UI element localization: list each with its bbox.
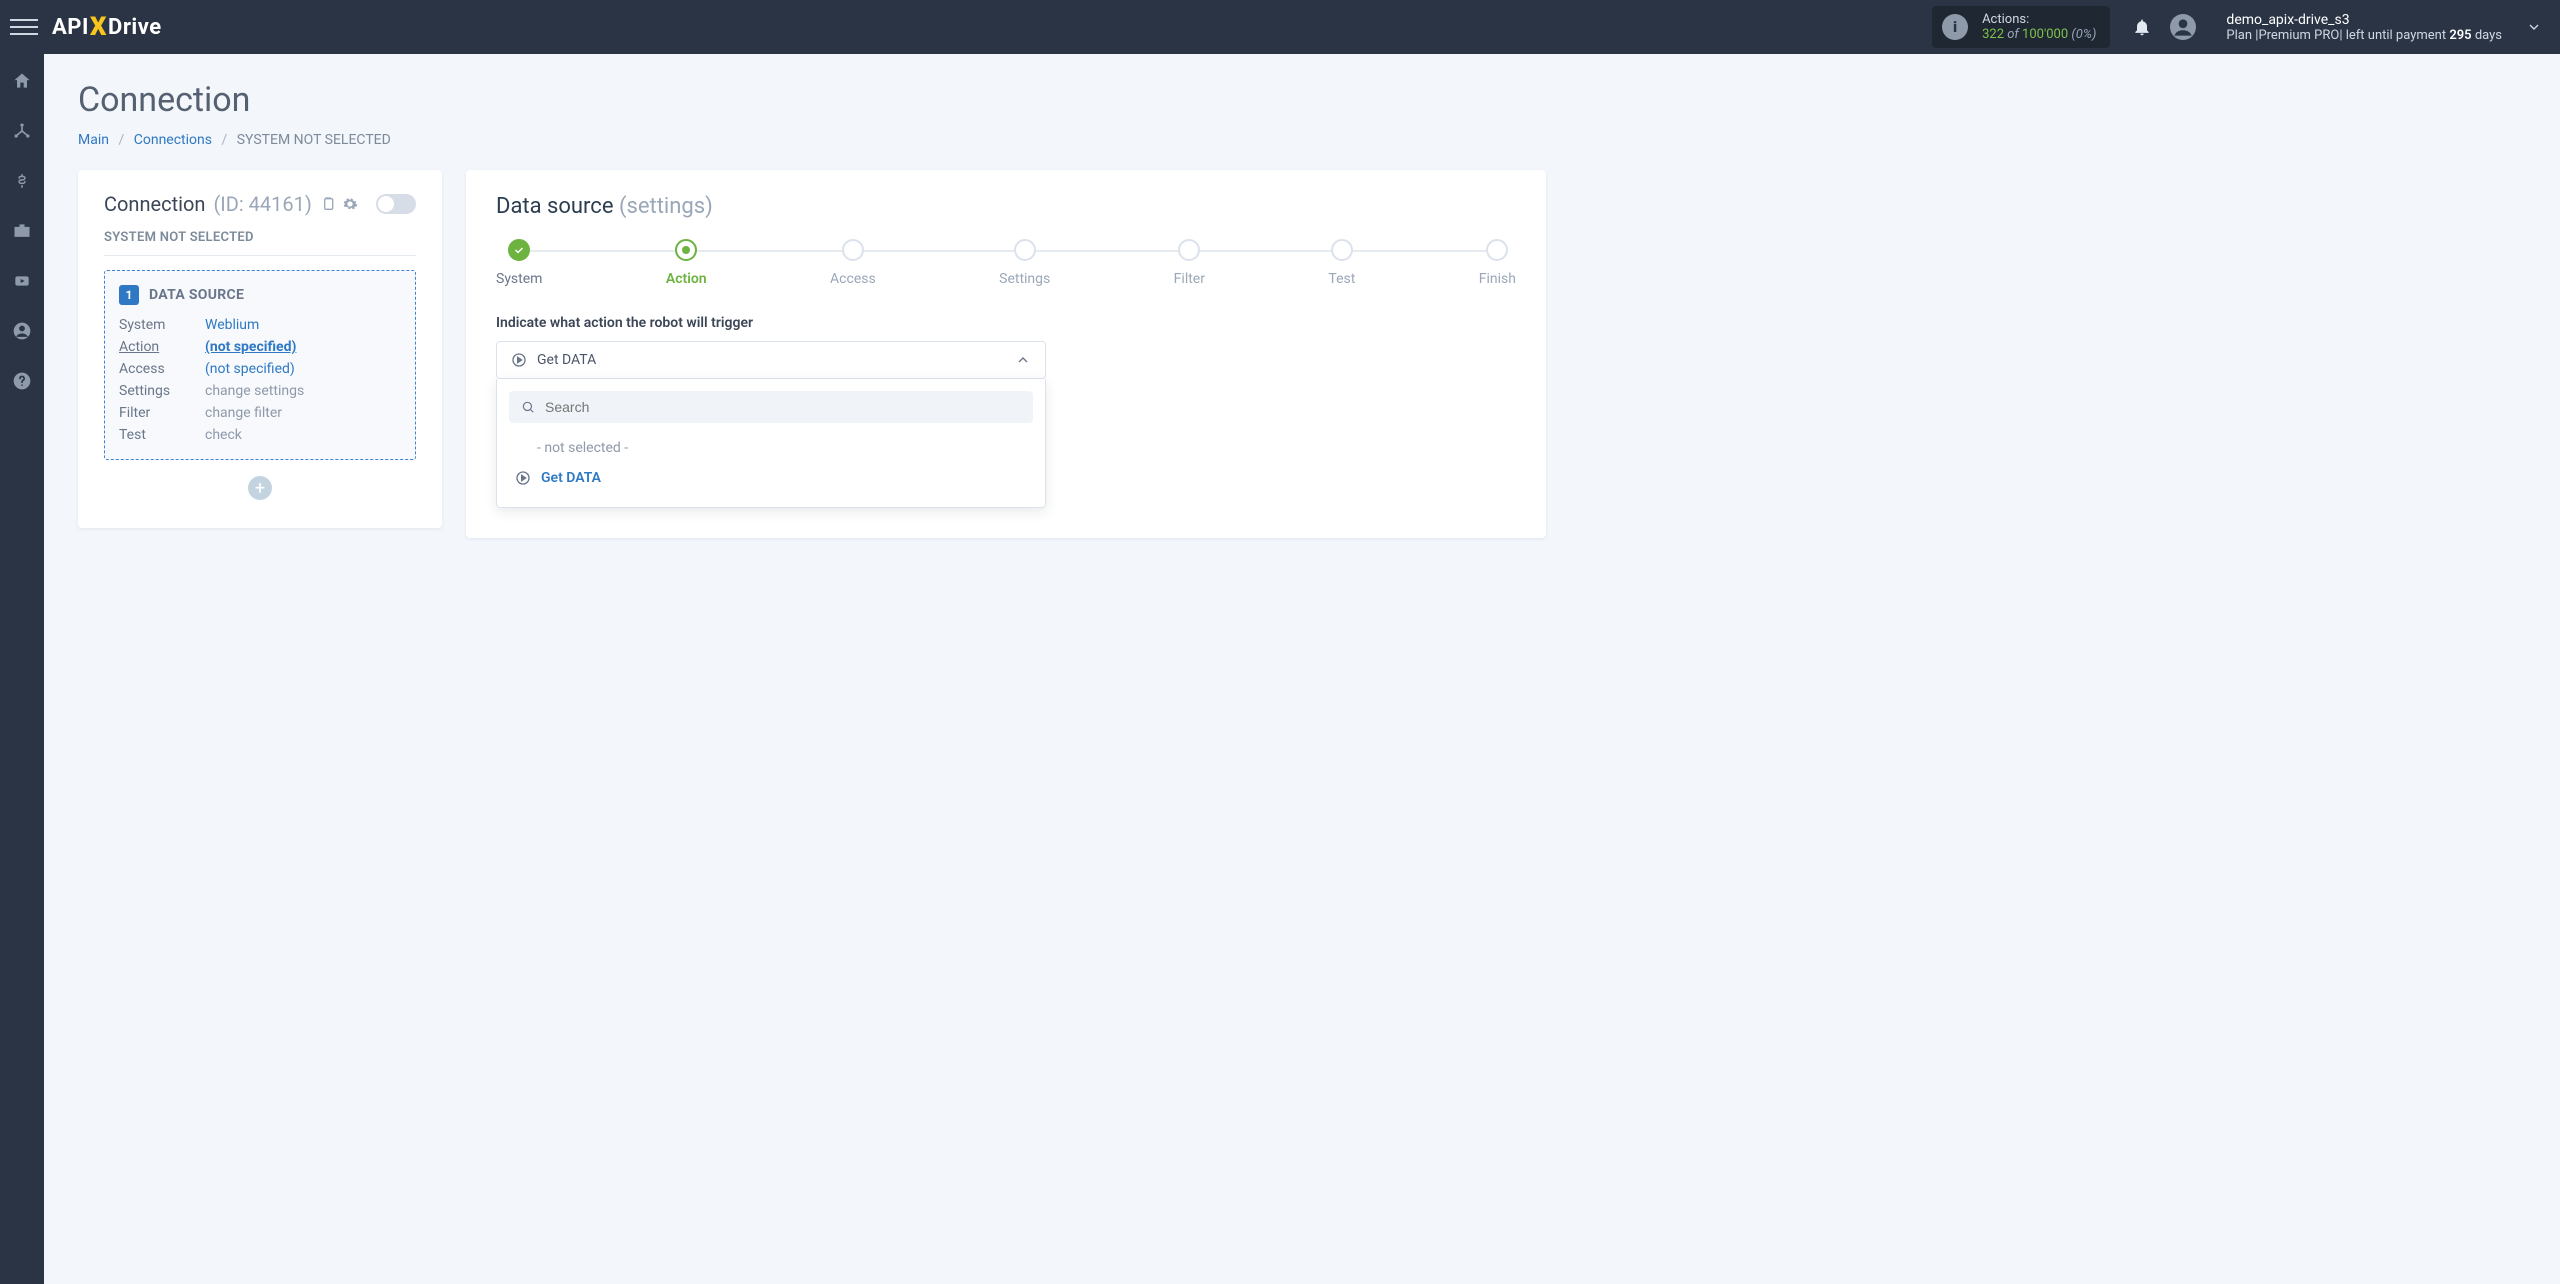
logo-text-api: API	[52, 15, 89, 40]
video-icon[interactable]	[0, 268, 44, 294]
ds-test-key: Test	[119, 427, 205, 443]
breadcrumb: Main / Connections / SYSTEM NOT SELECTED	[78, 132, 2526, 148]
dropdown-option-get-data[interactable]: Get DATA	[509, 463, 1033, 493]
actions-counter[interactable]: i Actions: 322 of 100'000 (0%)	[1932, 6, 2110, 48]
gear-icon[interactable]	[342, 196, 358, 212]
step-settings[interactable]: Settings	[999, 239, 1050, 287]
home-icon[interactable]	[0, 68, 44, 94]
action-select: Get DATA - not selected -	[496, 341, 1046, 508]
step-system[interactable]: System	[496, 239, 542, 287]
step-finish[interactable]: Finish	[1479, 239, 1516, 287]
ds-system-key: System	[119, 317, 205, 333]
logo-text-drive: Drive	[108, 15, 162, 40]
chevron-down-icon[interactable]	[2526, 19, 2542, 35]
main-content: Connection Main / Connections / SYSTEM N…	[44, 54, 2560, 1284]
ds-test-value[interactable]: check	[205, 427, 401, 443]
clipboard-icon[interactable]	[320, 196, 336, 212]
user-name: demo_apix-drive_s3	[2226, 12, 2502, 28]
dropdown-search[interactable]	[509, 391, 1033, 423]
sidebar	[0, 54, 44, 1284]
user-avatar-icon	[2170, 14, 2196, 40]
wizard-stepper: System Action Access Settings	[496, 239, 1516, 287]
chevron-up-icon	[1015, 352, 1031, 368]
action-select-head[interactable]: Get DATA	[496, 341, 1046, 379]
notifications-icon[interactable]	[2132, 17, 2152, 37]
logo-text-x: X	[90, 12, 107, 42]
user-plan: Plan |Premium PRO| left until payment 29…	[2226, 28, 2502, 43]
briefcase-icon[interactable]	[0, 218, 44, 244]
billing-icon[interactable]	[0, 168, 44, 194]
data-source-settings-card: Data source (settings) System Action	[466, 170, 1546, 538]
ds-action-key[interactable]: Action	[119, 339, 205, 355]
action-dropdown: - not selected - Get DATA	[496, 379, 1046, 508]
ds-access-value[interactable]: (not specified)	[205, 361, 401, 377]
settings-title: Data source (settings)	[496, 194, 1516, 219]
ds-filter-value[interactable]: change filter	[205, 405, 401, 421]
play-icon	[511, 352, 527, 368]
ds-action-value[interactable]: (not specified)	[205, 339, 401, 355]
page-title: Connection	[78, 80, 2526, 120]
action-instruction: Indicate what action the robot will trig…	[496, 315, 1516, 331]
data-source-number: 1	[119, 285, 139, 305]
ds-filter-key: Filter	[119, 405, 205, 421]
data-source-block: 1 DATA SOURCE System Weblium Action (not…	[104, 270, 416, 460]
breadcrumb-current: SYSTEM NOT SELECTED	[237, 132, 391, 148]
actions-label: Actions:	[1982, 12, 2096, 27]
account-icon[interactable]	[0, 318, 44, 344]
connection-toggle[interactable]	[376, 194, 416, 214]
step-test[interactable]: Test	[1328, 239, 1355, 287]
step-action[interactable]: Action	[666, 239, 707, 287]
dropdown-option-none[interactable]: - not selected -	[509, 433, 1033, 463]
data-source-label: DATA SOURCE	[149, 287, 244, 303]
dropdown-search-input[interactable]	[545, 399, 1021, 415]
ds-access-key: Access	[119, 361, 205, 377]
menu-toggle-icon[interactable]	[10, 13, 38, 41]
ds-system-value[interactable]: Weblium	[205, 317, 401, 333]
help-icon[interactable]	[0, 368, 44, 394]
info-icon: i	[1942, 14, 1968, 40]
user-menu[interactable]: demo_apix-drive_s3 Plan |Premium PRO| le…	[2170, 12, 2502, 43]
actions-values: 322 of 100'000 (0%)	[1982, 27, 2096, 42]
logo[interactable]: API X Drive	[52, 12, 162, 42]
connection-card-title: Connection	[104, 192, 205, 216]
breadcrumb-main[interactable]: Main	[78, 132, 109, 148]
search-icon	[521, 400, 535, 414]
action-selected-value: Get DATA	[537, 352, 1005, 368]
play-icon	[515, 470, 531, 486]
connection-id: (ID: 44161)	[213, 192, 311, 216]
step-access[interactable]: Access	[830, 239, 876, 287]
add-step-button[interactable]: +	[248, 476, 272, 500]
top-bar: API X Drive i Actions: 322 of 100'000 (0…	[0, 0, 2560, 54]
ds-settings-key: Settings	[119, 383, 205, 399]
connection-card: Connection (ID: 44161) SYSTEM NOT SELECT…	[78, 170, 442, 528]
ds-settings-value[interactable]: change settings	[205, 383, 401, 399]
connection-subtitle: SYSTEM NOT SELECTED	[104, 230, 416, 256]
connections-icon[interactable]	[0, 118, 44, 144]
breadcrumb-connections[interactable]: Connections	[134, 132, 212, 148]
step-filter[interactable]: Filter	[1174, 239, 1205, 287]
